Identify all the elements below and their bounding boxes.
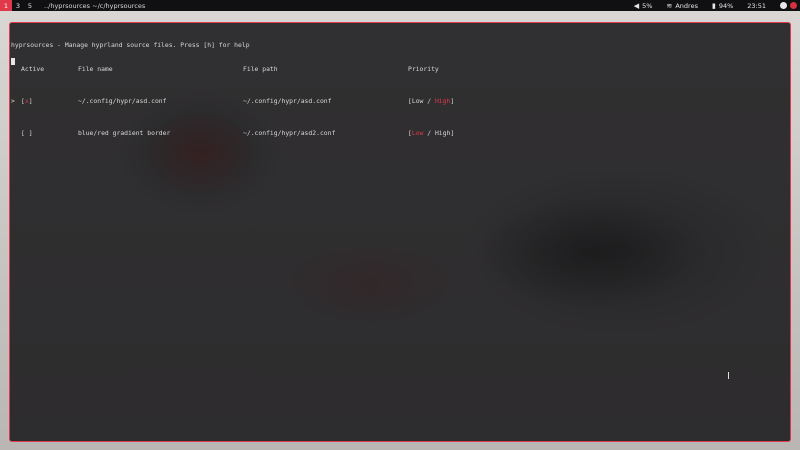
header-line: hyprsources - Manage hyprland source fil… bbox=[10, 41, 790, 49]
tray-icon-red[interactable] bbox=[790, 2, 797, 9]
workspace-3-button[interactable]: 3 bbox=[12, 0, 24, 11]
file-path-cell: ~/.config/hypr/asd.conf bbox=[243, 97, 332, 105]
volume-icon: ◀ bbox=[633, 1, 640, 10]
priority-high: High bbox=[434, 97, 451, 105]
volume-indicator[interactable]: ◀ 5% bbox=[634, 2, 653, 10]
battery-icon: ▮ bbox=[711, 1, 716, 10]
column-headers: Active File name File path Priority bbox=[10, 65, 790, 73]
wifi-icon: ≋ bbox=[666, 1, 673, 10]
window-title: ../hyprsources ~/c/hyprsources bbox=[44, 1, 146, 10]
terminal-window[interactable]: hyprsources - Manage hyprland source fil… bbox=[9, 22, 791, 442]
priority-close-bracket: ] bbox=[450, 97, 455, 105]
row-selector: > bbox=[11, 97, 15, 105]
battery-value: 94% bbox=[718, 1, 734, 10]
volume-value: 5% bbox=[642, 1, 653, 10]
battery-indicator[interactable]: ▮ 94% bbox=[712, 2, 733, 10]
priority-low: Low bbox=[411, 129, 424, 137]
priority-separator: / bbox=[423, 129, 435, 137]
status-area: ◀ 5% ≋ Andres ▮ 94% 23:51 bbox=[634, 0, 800, 11]
text-cursor-icon: I bbox=[727, 371, 730, 382]
priority-toggle[interactable]: [Low / High] bbox=[408, 97, 454, 105]
checkbox-close-bracket: ] bbox=[28, 129, 33, 137]
priority-close-bracket: ] bbox=[450, 129, 455, 137]
priority-high: High bbox=[434, 129, 451, 137]
network-name: Andres bbox=[675, 1, 698, 10]
clock-value: 23:51 bbox=[747, 1, 766, 10]
column-header-file-path: File path bbox=[243, 65, 278, 73]
clock[interactable]: 23:51 bbox=[747, 2, 766, 10]
column-header-active: Active bbox=[21, 65, 45, 73]
network-indicator[interactable]: ≋ Andres bbox=[666, 2, 697, 10]
file-name-cell: blue/red gradient border bbox=[78, 129, 171, 137]
table-row[interactable]: [ ] blue/red gradient border ~/.config/h… bbox=[10, 129, 790, 137]
checkbox-close-bracket: ] bbox=[28, 97, 33, 105]
workspace-5-button[interactable]: 5 bbox=[24, 0, 36, 11]
column-header-file-name: File name bbox=[78, 65, 113, 73]
workspace-1-button[interactable]: 1 bbox=[0, 0, 12, 11]
table-row[interactable]: > [x] ~/.config/hypr/asd.conf ~/.config/… bbox=[10, 97, 790, 105]
file-path-cell: ~/.config/hypr/asd2.conf bbox=[243, 129, 336, 137]
priority-low: Low bbox=[411, 97, 424, 105]
terminal-content: hyprsources - Manage hyprland source fil… bbox=[10, 25, 790, 153]
column-header-priority: Priority bbox=[408, 65, 439, 73]
file-name-cell: ~/.config/hypr/asd.conf bbox=[78, 97, 167, 105]
active-checkbox[interactable]: [x] bbox=[21, 97, 33, 105]
tray-icon[interactable] bbox=[780, 2, 787, 9]
top-bar: 1 3 5 ../hyprsources ~/c/hyprsources ◀ 5… bbox=[0, 0, 800, 11]
active-checkbox[interactable]: [ ] bbox=[21, 129, 33, 137]
priority-separator: / bbox=[423, 97, 435, 105]
app-header: hyprsources - Manage hyprland source fil… bbox=[11, 41, 250, 49]
priority-toggle[interactable]: [Low / High] bbox=[408, 129, 454, 137]
terminal-cursor bbox=[11, 58, 15, 65]
